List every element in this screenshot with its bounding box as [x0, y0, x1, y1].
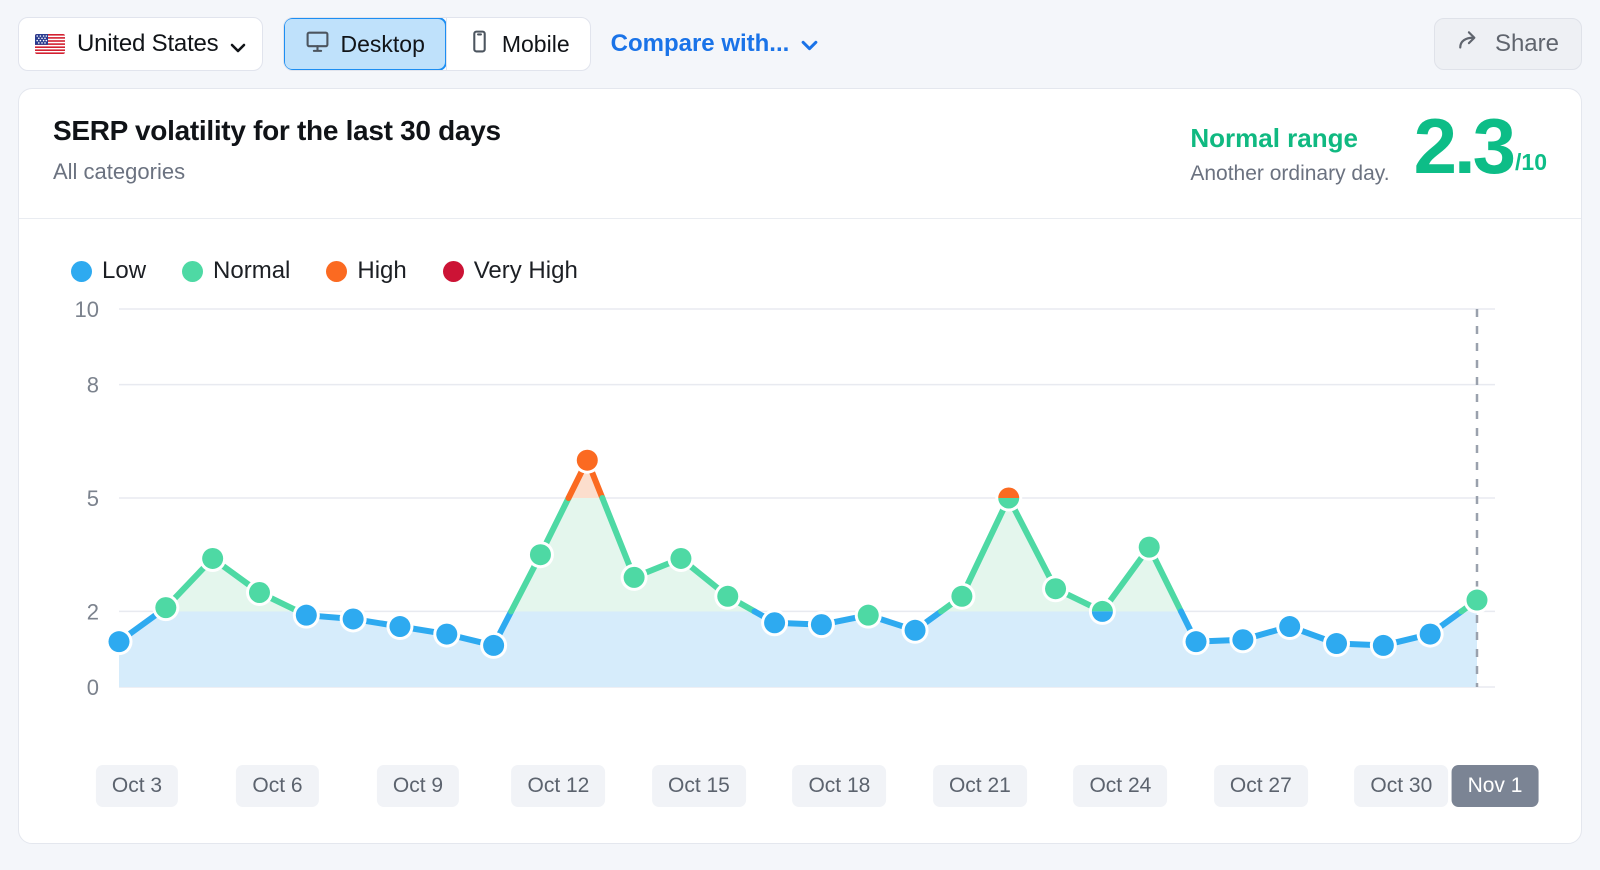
x-axis-tick[interactable]: Oct 21: [933, 765, 1027, 807]
chart-point[interactable]: [433, 621, 460, 648]
chart-point[interactable]: [106, 628, 133, 655]
desktop-monitor-icon: [305, 29, 330, 60]
legend-label-very-high: Very High: [474, 257, 578, 285]
legend-item-very-high[interactable]: Very High: [443, 257, 578, 285]
volatility-card: SERP volatility for the last 30 days All…: [18, 88, 1582, 844]
device-toggle-group: Desktop Mobile: [283, 17, 590, 71]
x-axis-tick[interactable]: Oct 6: [236, 765, 318, 807]
chevron-down-icon: [801, 30, 818, 58]
chart-point[interactable]: [621, 564, 648, 591]
device-tab-mobile-label: Mobile: [502, 31, 570, 58]
chevron-down-icon: [230, 40, 244, 49]
legend-dot-normal: [182, 261, 203, 282]
score-summary: Normal range Another ordinary day. 2.3 /…: [1190, 115, 1547, 186]
chart-point[interactable]: [667, 545, 694, 572]
share-button-label: Share: [1495, 30, 1559, 58]
score-description: Another ordinary day.: [1190, 162, 1389, 186]
svg-text:8: 8: [87, 373, 99, 398]
chart-point[interactable]: [1276, 613, 1303, 640]
chart-point[interactable]: [1089, 598, 1116, 625]
country-selector[interactable]: United States: [18, 17, 263, 71]
card-subtitle: All categories: [53, 159, 501, 185]
legend-dot-high: [326, 261, 347, 282]
share-arrow-icon: [1457, 28, 1483, 61]
x-axis-tick[interactable]: Oct 24: [1073, 765, 1167, 807]
svg-text:10: 10: [75, 297, 99, 322]
chart-point[interactable]: [995, 485, 1022, 512]
chart-point[interactable]: [386, 613, 413, 640]
chart-point[interactable]: [948, 583, 975, 610]
legend-dot-low: [71, 261, 92, 282]
device-tab-mobile[interactable]: Mobile: [447, 18, 590, 70]
compare-with-dropdown[interactable]: Compare with...: [611, 30, 819, 58]
chart-point[interactable]: [808, 611, 835, 638]
chart-point[interactable]: [1136, 534, 1163, 561]
x-axis-tick[interactable]: Nov 1: [1452, 765, 1539, 807]
svg-text:2: 2: [87, 599, 99, 624]
mobile-phone-icon: [467, 29, 492, 60]
share-button[interactable]: Share: [1434, 18, 1582, 70]
chart-legend: Low Normal High Very High: [19, 219, 1581, 285]
chart-point[interactable]: [480, 632, 507, 659]
legend-item-high[interactable]: High: [326, 257, 406, 285]
score-text-block: Normal range Another ordinary day.: [1190, 115, 1389, 186]
legend-dot-very-high: [443, 261, 464, 282]
chart-point[interactable]: [902, 617, 929, 644]
chart-point[interactable]: [574, 447, 601, 474]
country-label: United States: [77, 30, 218, 58]
volatility-chart[interactable]: 0 2 5 8 10: [19, 291, 1581, 761]
chart-point[interactable]: [1464, 587, 1491, 614]
toolbar: United States Desktop Mobile: [0, 0, 1600, 88]
us-flag-icon: [35, 34, 65, 54]
chart-point[interactable]: [1229, 626, 1256, 653]
chart-point[interactable]: [340, 605, 367, 632]
chart-point[interactable]: [152, 594, 179, 621]
chart-point[interactable]: [855, 602, 882, 629]
chart-point[interactable]: [714, 583, 741, 610]
x-axis-tick[interactable]: Oct 18: [792, 765, 886, 807]
device-tab-desktop-label: Desktop: [340, 31, 424, 58]
chart-point[interactable]: [1183, 628, 1210, 655]
x-axis-tick[interactable]: Oct 30: [1354, 765, 1448, 807]
x-axis-tick[interactable]: Oct 27: [1214, 765, 1308, 807]
score-value-block: 2.3 /10: [1414, 115, 1547, 177]
chart-point[interactable]: [1042, 575, 1069, 602]
device-tab-desktop[interactable]: Desktop: [283, 17, 446, 71]
chart-point[interactable]: [1370, 632, 1397, 659]
status-badge: Normal range: [1190, 123, 1389, 154]
x-axis-tick[interactable]: Oct 9: [377, 765, 459, 807]
legend-label-high: High: [357, 257, 406, 285]
chart-point[interactable]: [199, 545, 226, 572]
card-title-block: SERP volatility for the last 30 days All…: [53, 115, 501, 185]
chart-x-axis: Oct 3 Oct 6 Oct 9 Oct 12 Oct 15 Oct 18 Oct 21 O…: [19, 765, 1581, 811]
score-value: 2.3: [1414, 115, 1513, 177]
chart-svg: 0 2 5 8 10: [19, 291, 1581, 761]
chart-point[interactable]: [1417, 621, 1444, 648]
svg-text:5: 5: [87, 486, 99, 511]
legend-label-normal: Normal: [213, 257, 290, 285]
svg-text:0: 0: [87, 675, 99, 700]
score-denominator: /10: [1515, 153, 1547, 177]
legend-item-low[interactable]: Low: [71, 257, 146, 285]
x-axis-tick[interactable]: Oct 15: [652, 765, 746, 807]
chart-point[interactable]: [1323, 630, 1350, 657]
legend-item-normal[interactable]: Normal: [182, 257, 290, 285]
card-header: SERP volatility for the last 30 days All…: [19, 89, 1581, 219]
compare-with-label: Compare with...: [611, 30, 790, 58]
x-axis-tick[interactable]: Oct 12: [512, 765, 606, 807]
page-title: SERP volatility for the last 30 days: [53, 115, 501, 147]
chart-point[interactable]: [761, 609, 788, 636]
chart-point[interactable]: [246, 579, 273, 606]
chart-point[interactable]: [293, 602, 320, 629]
chart-point[interactable]: [527, 541, 554, 568]
x-axis-tick[interactable]: Oct 3: [96, 765, 178, 807]
legend-label-low: Low: [102, 257, 146, 285]
